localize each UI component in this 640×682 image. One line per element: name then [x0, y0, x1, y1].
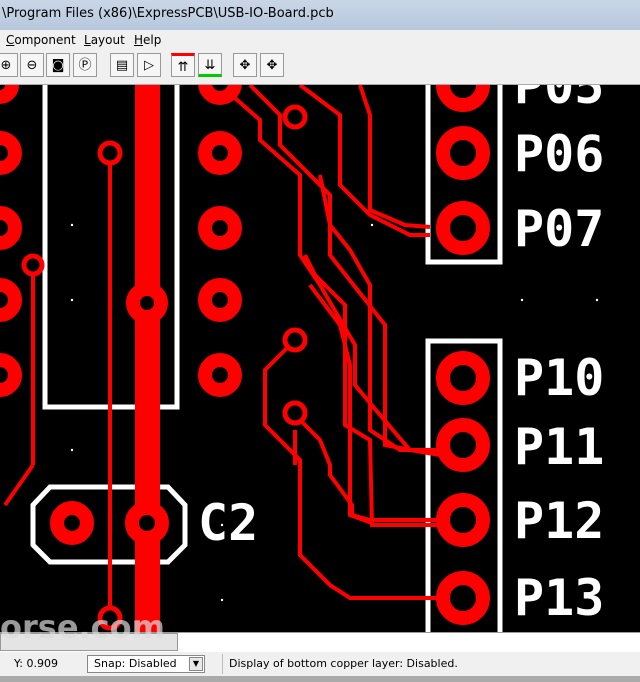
component-properties-icon[interactable]: ▤	[110, 53, 134, 77]
toolbar: ⊕ ⊖ ◙ Ⓟ ▤ ▷ ⇈ ⇊ ✥ ✥	[0, 50, 640, 85]
status-bar: Y: 0.909 Snap: Disabled ▼ Display of bott…	[0, 652, 640, 676]
snap-dropdown[interactable]: Snap: Disabled ▼	[87, 655, 205, 673]
y-coordinate: Y: 0.909	[14, 657, 58, 670]
label-p06: P06	[514, 125, 605, 183]
zoom-in-icon[interactable]: ⊕	[0, 53, 18, 77]
menu-help[interactable]: Help	[134, 33, 161, 47]
pcb-canvas[interactable]: P05 P06 P07 P10 P11 P12 P13 C2	[0, 85, 640, 632]
label-c2: C2	[198, 494, 259, 552]
label-p13: P13	[514, 569, 605, 627]
label-p07: P07	[514, 200, 605, 258]
chevron-down-icon[interactable]: ▼	[189, 657, 203, 671]
component-edit-icon[interactable]: ▷	[137, 53, 161, 77]
bottom-layer-icon[interactable]: ⇊	[198, 53, 222, 77]
watermark: orse.com	[0, 608, 165, 646]
status-message: Display of bottom copper layer: Disabled…	[222, 654, 458, 674]
window-title: \Program Files (x86)\ExpressPCB\USB-IO-B…	[2, 6, 334, 21]
zoom-fit-icon[interactable]: ◙	[46, 53, 70, 77]
label-p11: P11	[514, 418, 605, 476]
title-bar: \Program Files (x86)\ExpressPCB\USB-IO-B…	[0, 0, 640, 30]
zoom-out-icon[interactable]: ⊖	[20, 53, 44, 77]
move-icon[interactable]: ✥	[233, 53, 257, 77]
label-p12: P12	[514, 492, 605, 550]
window-border	[0, 676, 640, 682]
move-anchor-icon[interactable]: ✥	[260, 53, 284, 77]
menu-layout[interactable]: Layout	[84, 33, 125, 47]
silkscreen	[30, 85, 503, 632]
menu-bar: Component Layout Help	[0, 30, 640, 50]
label-p05: P05	[514, 85, 605, 115]
snap-value: Snap: Disabled	[94, 657, 177, 670]
menu-component[interactable]: Component	[6, 33, 76, 47]
label-p10: P10	[514, 349, 605, 407]
zoom-page-icon[interactable]: Ⓟ	[73, 53, 97, 77]
top-layer-icon[interactable]: ⇈	[171, 53, 195, 77]
